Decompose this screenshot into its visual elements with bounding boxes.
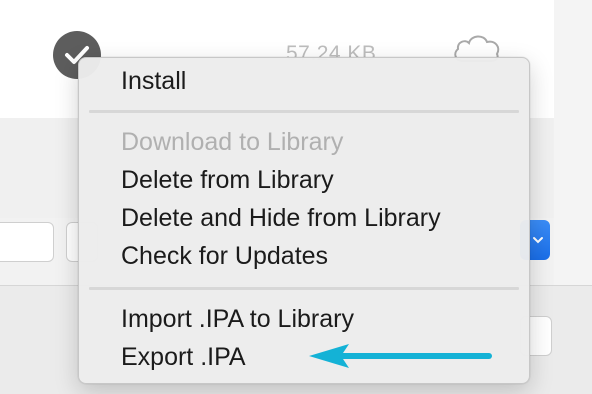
arrow-icon [309,344,492,368]
menu-item-download-to-library: Download to Library [121,128,344,156]
menu-separator [89,110,519,113]
menu-item-delete-and-hide[interactable]: Delete and Hide from Library [121,201,441,235]
menu-item-delete-from-library[interactable]: Delete from Library [121,163,334,197]
menu-item-export-ipa[interactable]: Export .IPA [121,340,246,374]
text-field[interactable] [0,222,54,262]
menu-item-install[interactable]: Install [121,64,186,98]
chevron-down-icon [533,237,543,244]
context-menu: Install Download to Library Delete from … [78,57,530,384]
menu-item-check-for-updates[interactable]: Check for Updates [121,239,328,273]
menu-separator [89,287,519,290]
menu-item-import-ipa[interactable]: Import .IPA to Library [121,302,354,336]
